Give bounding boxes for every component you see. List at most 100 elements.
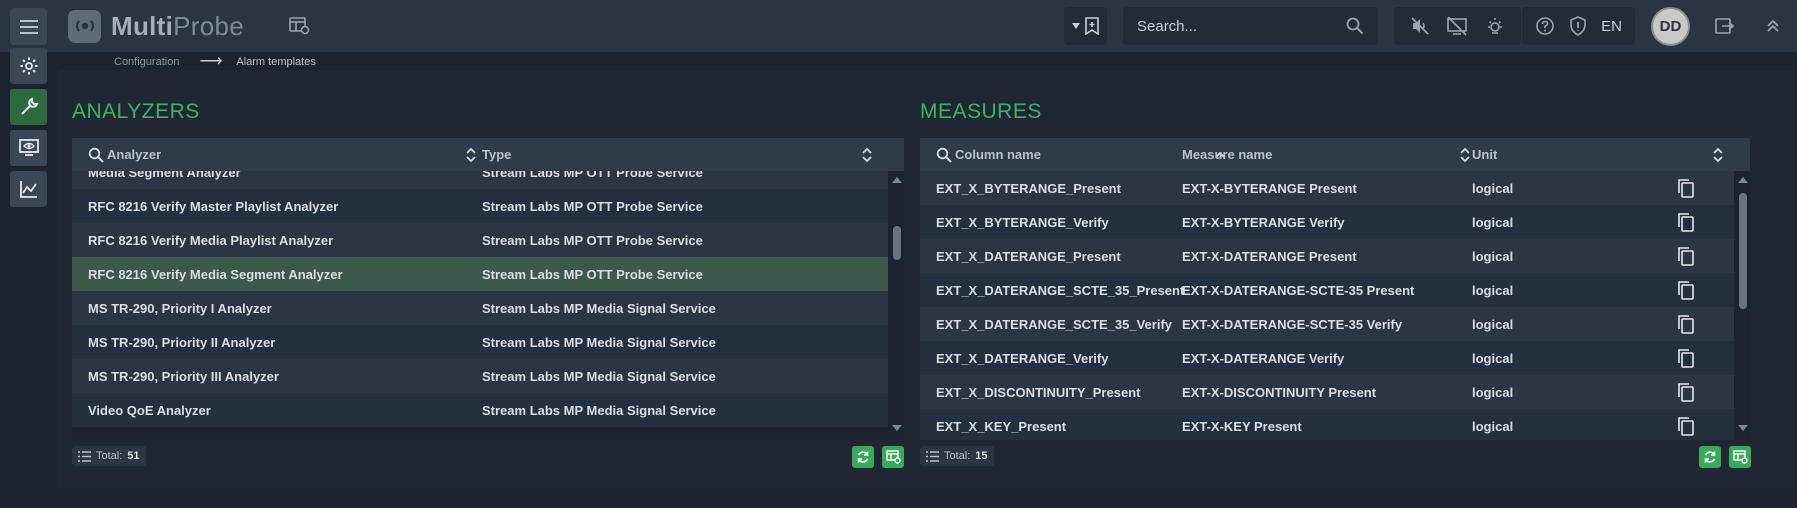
table-row[interactable]: EXT_X_KEY_Present EXT-X-KEY Present logica… <box>920 409 1734 440</box>
table-row[interactable]: EXT_X_BYTERANGE_Present EXT-X-BYTERANGE P… <box>920 171 1734 205</box>
table-row[interactable]: EXT_X_DATERANGE_SCTE_35_Verify EXT-X-DATE… <box>920 307 1734 341</box>
table-row[interactable]: MS TR-290, Priority II Analyzer Stream La… <box>72 325 888 359</box>
screen-off-icon[interactable] <box>1446 16 1468 36</box>
sort-icon[interactable] <box>464 146 478 164</box>
measures-total: Total: 15 <box>920 446 994 466</box>
collapse-header-button[interactable] <box>1761 14 1785 38</box>
table-row[interactable]: EXT_X_DATERANGE_Verify EXT-X-DATERANGE Ve… <box>920 341 1734 375</box>
language-selector[interactable]: EN <box>1601 18 1622 35</box>
user-avatar[interactable]: DD <box>1651 7 1690 46</box>
column-name-cell: EXT_X_DISCONTINUITY_Present <box>936 384 1141 400</box>
refresh-icon <box>857 451 869 463</box>
table-row[interactable]: RFC 8216 Verify Master Playlist Analyzer… <box>72 189 888 223</box>
search-input[interactable] <box>1137 17 1327 35</box>
unit-cell: logical <box>1472 282 1514 298</box>
measures-grid-body: EXT_X_BYTERANGE_Present EXT-X-BYTERANGE P… <box>920 171 1734 440</box>
logout-button[interactable] <box>1713 14 1737 38</box>
measures-scrollbar[interactable] <box>1736 171 1750 440</box>
analyzers-scrollbar[interactable] <box>890 171 904 440</box>
table-row[interactable]: Video QoE Analyzer Stream Labs MP Media S… <box>72 393 888 427</box>
table-row[interactable]: EXT_X_BYTERANGE_Verify EXT-X-BYTERANGE Ve… <box>920 205 1734 239</box>
column-name-cell: EXT_X_DATERANGE_SCTE_35_Verify <box>936 316 1173 332</box>
unit-cell: logical <box>1472 384 1514 400</box>
analyzer-name-cell: Video QoE Analyzer <box>88 402 211 418</box>
copy-icon[interactable] <box>1677 246 1695 266</box>
brightness-icon[interactable] <box>1485 16 1505 36</box>
column-name-cell: EXT_X_DATERANGE_Verify <box>936 350 1109 366</box>
refresh-button[interactable] <box>1699 446 1721 468</box>
analyzer-type-cell: Stream Labs MP OTT Probe Service <box>482 198 703 214</box>
arrow-right-icon: ⟶ <box>199 52 223 70</box>
total-label: Total: <box>944 450 971 462</box>
search-icon[interactable] <box>88 147 104 163</box>
analyzers-grid-body: Media Segment Analyzer Stream Labs MP OTT… <box>72 171 888 440</box>
nav-settings[interactable] <box>10 48 47 84</box>
search-icon[interactable] <box>1346 17 1364 35</box>
copy-icon[interactable] <box>1677 416 1695 436</box>
scroll-down-icon[interactable] <box>1738 425 1748 432</box>
breadcrumb: Configuration ⟶ Alarm templates <box>114 53 316 70</box>
list-icon <box>926 450 939 462</box>
app-name-light: Multi <box>111 10 174 41</box>
sound-muted-icon[interactable] <box>1410 16 1430 36</box>
measure-name-cell: EXT-X-KEY Present <box>1182 418 1302 434</box>
table-settings-button[interactable] <box>287 13 313 39</box>
analyzer-type-cell: Stream Labs MP OTT Probe Service <box>482 266 703 282</box>
search-box[interactable] <box>1123 7 1378 45</box>
shield-icon[interactable] <box>1569 16 1587 36</box>
search-icon[interactable] <box>936 147 952 163</box>
column-header-measure-name[interactable]: Measure name <box>1182 138 1272 171</box>
copy-icon[interactable] <box>1677 212 1695 232</box>
table-row[interactable]: MS TR-290, Priority III Analyzer Stream L… <box>72 359 888 393</box>
scroll-thumb[interactable] <box>1739 193 1747 309</box>
bookmark-group[interactable] <box>1064 7 1107 45</box>
table-row[interactable]: RFC 8216 Verify Media Playlist Analyzer S… <box>72 223 888 257</box>
column-header-type[interactable]: Type <box>482 138 511 171</box>
unit-cell: logical <box>1472 316 1514 332</box>
list-icon <box>78 450 91 462</box>
sort-icon[interactable] <box>860 146 874 164</box>
column-header-analyzer[interactable]: Analyzer <box>88 138 161 171</box>
menu-button[interactable] <box>10 8 47 45</box>
total-label: Total: <box>96 450 123 462</box>
column-header-unit[interactable]: Unit <box>1472 138 1497 171</box>
refresh-button[interactable] <box>852 446 874 468</box>
help-icon[interactable] <box>1535 16 1555 36</box>
grid-settings-button[interactable] <box>1729 446 1751 468</box>
column-header-column-name[interactable]: Column name <box>936 138 1041 171</box>
sort-icon[interactable] <box>1458 146 1472 164</box>
table-row[interactable]: MS TR-290, Priority I Analyzer Stream Lab… <box>72 291 888 325</box>
nav-statistics[interactable] <box>10 171 47 207</box>
nav-configuration[interactable] <box>10 89 47 125</box>
scroll-up-icon[interactable] <box>1738 176 1748 183</box>
copy-icon[interactable] <box>1677 280 1695 300</box>
table-row[interactable]: EXT_X_DISCONTINUITY_Present EXT-X-DISCONT… <box>920 375 1734 409</box>
table-row[interactable]: EXT_X_DATERANGE_SCTE_35_Present EXT-X-DAT… <box>920 273 1734 307</box>
table-row-selected[interactable]: RFC 8216 Verify Media Segment Analyzer St… <box>72 257 888 291</box>
sort-icon[interactable] <box>1711 146 1725 164</box>
column-header-label: Unit <box>1472 147 1498 162</box>
copy-icon[interactable] <box>1677 314 1695 334</box>
analyzers-total: Total: 51 <box>72 446 146 466</box>
scroll-thumb[interactable] <box>893 226 901 260</box>
table-row[interactable]: Media Segment Analyzer Stream Labs MP OTT… <box>72 171 888 189</box>
monitor-eye-icon <box>18 139 39 156</box>
measure-name-cell: EXT-X-DISCONTINUITY Present <box>1182 384 1377 400</box>
copy-icon[interactable] <box>1677 348 1695 368</box>
table-row[interactable]: EXT_X_DATERANGE_Present EXT-X-DATERANGE P… <box>920 239 1734 273</box>
scroll-down-icon[interactable] <box>892 425 902 432</box>
analyzer-name-cell: MS TR-290, Priority II Analyzer <box>88 334 276 350</box>
measures-rows: EXT_X_BYTERANGE_Present EXT-X-BYTERANGE P… <box>920 171 1734 440</box>
measure-name-cell: EXT-X-DATERANGE-SCTE-35 Verify <box>1182 316 1403 332</box>
nav-monitoring[interactable] <box>10 130 47 166</box>
copy-icon[interactable] <box>1677 178 1695 198</box>
measure-name-cell: EXT-X-BYTERANGE Present <box>1182 180 1357 196</box>
breadcrumb-parent[interactable]: Configuration <box>114 56 179 68</box>
measure-name-cell: EXT-X-DATERANGE Verify <box>1182 350 1345 366</box>
measures-title: MEASURES <box>920 100 1042 123</box>
copy-icon[interactable] <box>1677 382 1695 402</box>
grid-settings-button[interactable] <box>882 446 904 468</box>
app-logo[interactable]: MultiProbe <box>68 9 244 43</box>
analyzers-grid-header: Analyzer Type <box>72 138 904 171</box>
scroll-up-icon[interactable] <box>892 176 902 183</box>
